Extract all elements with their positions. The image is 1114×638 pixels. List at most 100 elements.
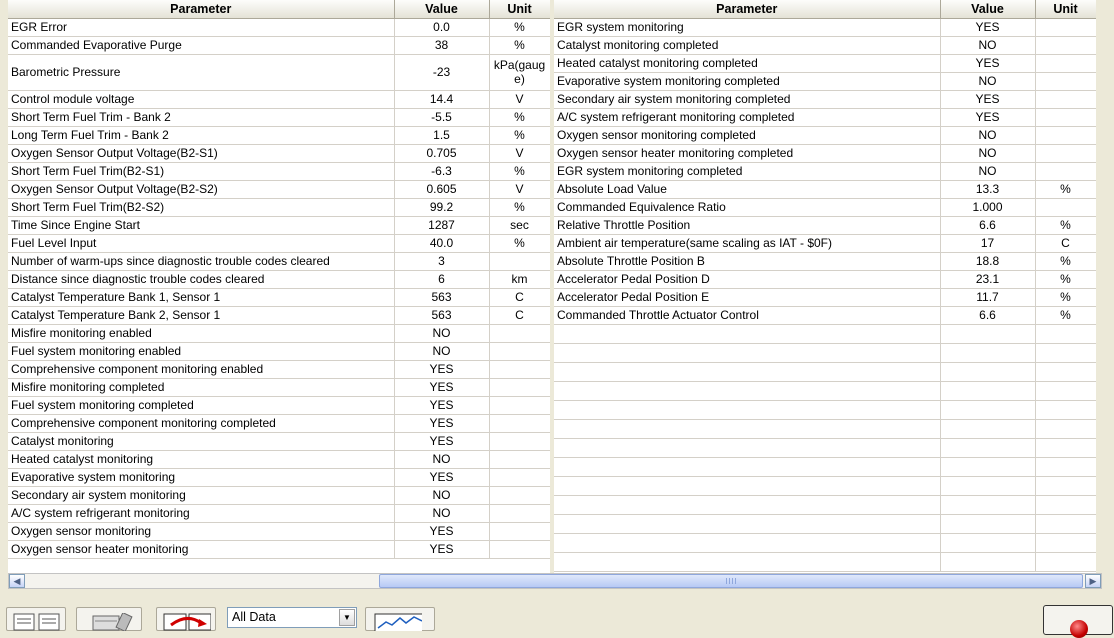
table-row[interactable]: Catalyst Temperature Bank 2, Sensor 1 563… — [8, 306, 550, 325]
parameter-cell: Fuel Level Input — [8, 234, 395, 253]
empty-cell — [940, 495, 1036, 515]
table-row[interactable]: Absolute Throttle Position B 18.8% — [554, 252, 1096, 271]
table-row[interactable]: Short Term Fuel Trim(B2-S2) 99.2% — [8, 198, 550, 217]
horizontal-scrollbar[interactable]: ◀ ▶ — [8, 573, 1102, 589]
table-row[interactable]: Distance since diagnostic trouble codes … — [8, 270, 550, 289]
table-row[interactable]: Commanded Evaporative Purge 38% — [8, 36, 550, 55]
parameter-column-header[interactable]: Parameter — [8, 0, 395, 19]
table-row[interactable]: Fuel Level Input 40.0% — [8, 234, 550, 253]
empty-row[interactable] — [554, 343, 1096, 363]
table-row[interactable]: Evaporative system monitoring YES — [8, 468, 550, 487]
value-cell: YES — [394, 378, 490, 397]
chevron-down-icon[interactable]: ▼ — [339, 609, 355, 626]
table-row[interactable]: EGR system monitoring YES — [554, 18, 1096, 37]
table-row[interactable]: Barometric Pressure -23 kPa(gauge) — [8, 54, 550, 91]
table-row[interactable]: Misfire monitoring completed YES — [8, 378, 550, 397]
empty-row[interactable] — [554, 362, 1096, 382]
scroll-left-arrow-icon[interactable]: ◀ — [9, 574, 25, 588]
table-row[interactable]: Time Since Engine Start 1287 sec — [8, 216, 550, 235]
table-row[interactable]: Number of warm-ups since diagnostic trou… — [8, 252, 550, 271]
table-row[interactable]: Accelerator Pedal Position E 11.7% — [554, 288, 1096, 307]
data-filter-dropdown[interactable]: All Data ▼ — [227, 607, 357, 628]
value-cell: 0.605 — [394, 180, 490, 199]
empty-row[interactable] — [554, 438, 1096, 458]
empty-row[interactable] — [554, 324, 1096, 344]
empty-row[interactable] — [554, 419, 1096, 439]
record-button[interactable] — [156, 607, 216, 631]
table-row[interactable]: Oxygen Sensor Output Voltage(B2-S1) 0.705… — [8, 144, 550, 163]
freeze-frame-button[interactable] — [76, 607, 142, 631]
value-cell: NO — [940, 36, 1036, 55]
parameter-cell: Ambient air temperature(same scaling as … — [554, 234, 941, 253]
table-row[interactable]: Oxygen Sensor Output Voltage(B2-S2) 0.605… — [8, 180, 550, 199]
table-row[interactable]: Control module voltage 14.4 V — [8, 90, 550, 109]
table-row[interactable]: Relative Throttle Position 6.6% — [554, 216, 1096, 235]
unit-cell: % — [489, 108, 550, 127]
table-row[interactable]: Heated catalyst monitoring NO — [8, 450, 550, 469]
graph-button[interactable] — [365, 607, 435, 631]
table-row[interactable]: Oxygen sensor monitoring YES — [8, 522, 550, 541]
table-row[interactable]: Fuel system monitoring enabled NO — [8, 342, 550, 361]
table-row[interactable]: Short Term Fuel Trim - Bank 2 -5.5% — [8, 108, 550, 127]
unit-cell — [489, 540, 550, 559]
parameter-cell: Oxygen sensor monitoring completed — [554, 126, 941, 145]
table-row[interactable]: A/C system refrigerant monitoring NO — [8, 504, 550, 523]
empty-row[interactable] — [554, 495, 1096, 515]
table-row[interactable]: Comprehensive component monitoring enabl… — [8, 360, 550, 379]
table-row[interactable]: Catalyst Temperature Bank 1, Sensor 1 563… — [8, 288, 550, 307]
empty-cell — [940, 400, 1036, 420]
value-cell: -23 — [394, 54, 490, 91]
table-row[interactable]: Evaporative system monitoring completed N… — [554, 72, 1096, 91]
empty-cell — [1035, 362, 1096, 382]
stop-button[interactable] — [1043, 605, 1113, 638]
empty-row[interactable] — [554, 400, 1096, 420]
table-row[interactable]: A/C system refrigerant monitoring comple… — [554, 108, 1096, 127]
empty-row[interactable] — [554, 514, 1096, 534]
parameter-column-header[interactable]: Parameter — [554, 0, 941, 19]
list-view-button[interactable] — [6, 607, 66, 631]
table-row[interactable]: Oxygen sensor monitoring completed NO — [554, 126, 1096, 145]
table-row[interactable]: Oxygen sensor heater monitoring complete… — [554, 144, 1096, 163]
empty-row[interactable] — [554, 457, 1096, 477]
table-row[interactable]: Short Term Fuel Trim(B2-S1) -6.3% — [8, 162, 550, 181]
table-row[interactable]: Long Term Fuel Trim - Bank 2 1.5% — [8, 126, 550, 145]
empty-row[interactable] — [554, 476, 1096, 496]
table-row[interactable]: Secondary air system monitoring NO — [8, 486, 550, 505]
table-row[interactable]: Oxygen sensor heater monitoring YES — [8, 540, 550, 559]
table-row[interactable]: Catalyst monitoring completed NO — [554, 36, 1096, 55]
table-row[interactable]: EGR system monitoring completed NO — [554, 162, 1096, 181]
empty-cell — [554, 457, 941, 477]
scroll-right-arrow-icon[interactable]: ▶ — [1085, 574, 1101, 588]
table-row[interactable]: Accelerator Pedal Position D 23.1% — [554, 270, 1096, 289]
table-row[interactable]: Ambient air temperature(same scaling as … — [554, 234, 1096, 253]
empty-row[interactable] — [554, 381, 1096, 401]
unit-cell — [489, 342, 550, 361]
scrollbar-thumb[interactable] — [379, 574, 1083, 588]
table-row[interactable]: Misfire monitoring enabled NO — [8, 324, 550, 343]
table-row[interactable]: EGR Error 0.0% — [8, 18, 550, 37]
parameter-cell: Fuel system monitoring enabled — [8, 342, 395, 361]
value-cell: YES — [394, 540, 490, 559]
empty-row[interactable] — [554, 533, 1096, 553]
parameter-cell: Evaporative system monitoring completed — [554, 72, 941, 91]
table-row[interactable]: Secondary air system monitoring complete… — [554, 90, 1096, 109]
empty-row[interactable] — [554, 552, 1096, 572]
table-row[interactable]: Fuel system monitoring completed YES — [8, 396, 550, 415]
value-column-header[interactable]: Value — [394, 0, 490, 19]
table-row[interactable]: Catalyst monitoring YES — [8, 432, 550, 451]
table-row[interactable]: Heated catalyst monitoring completed YES — [554, 54, 1096, 73]
value-cell: 0.0 — [394, 18, 490, 37]
empty-cell — [554, 514, 941, 534]
value-cell: 1287 — [394, 216, 490, 235]
parameter-cell: EGR system monitoring completed — [554, 162, 941, 181]
value-column-header[interactable]: Value — [940, 0, 1036, 19]
unit-column-header[interactable]: Unit — [1035, 0, 1096, 19]
parameter-cell: Comprehensive component monitoring enabl… — [8, 360, 395, 379]
table-row[interactable]: Comprehensive component monitoring compl… — [8, 414, 550, 433]
parameter-cell: A/C system refrigerant monitoring — [8, 504, 395, 523]
table-row[interactable]: Commanded Throttle Actuator Control 6.6% — [554, 306, 1096, 325]
empty-cell — [554, 343, 941, 363]
table-row[interactable]: Absolute Load Value 13.3% — [554, 180, 1096, 199]
table-row[interactable]: Commanded Equivalence Ratio 1.000 — [554, 198, 1096, 217]
unit-column-header[interactable]: Unit — [489, 0, 550, 19]
